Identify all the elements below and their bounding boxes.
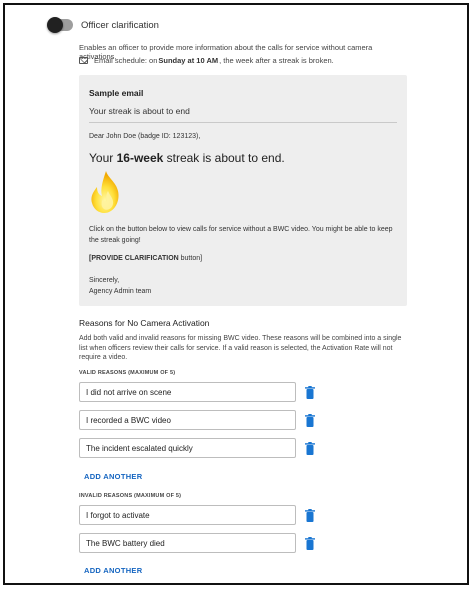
officer-clarification-toggle[interactable] [47, 17, 73, 33]
trash-icon[interactable] [305, 414, 315, 427]
email-signature: Agency Admin team [89, 288, 152, 295]
reasons-description: Add both valid and invalid reasons for m… [79, 335, 402, 361]
email-subject: Your streak is about to end [89, 106, 190, 116]
invalid-reason-input[interactable] [79, 533, 296, 553]
trash-icon[interactable] [305, 509, 315, 522]
window-frame: Officer clarification Enables an officer… [3, 3, 469, 585]
reasons-title: Reasons for No Camera Activation [79, 318, 210, 328]
valid-reason-input[interactable] [79, 382, 296, 402]
sample-email-title: Sample email [89, 88, 144, 98]
toggle-knob [47, 17, 63, 33]
schedule-prefix: Email schedule: on [94, 56, 158, 65]
valid-reasons-label: VALID REASONS (MAXIMUM OF 5) [79, 370, 176, 376]
schedule-day-time: Sunday at 10 AM [158, 56, 219, 65]
cta-bold: [PROVIDE CLARIFICATION [89, 255, 179, 262]
valid-reason-input[interactable] [79, 438, 296, 458]
email-headline: Your 16-week streak is about to end. [89, 151, 285, 165]
trash-icon[interactable] [305, 537, 315, 550]
add-invalid-reason-button[interactable]: ADD ANOTHER [84, 566, 142, 575]
headline-suffix: streak is about to end. [163, 151, 285, 165]
card-divider [89, 122, 397, 123]
schedule-suffix: , the week after a streak is broken. [219, 56, 334, 65]
streak-length: 16-week [116, 151, 164, 165]
settings-panel: Officer clarification Enables an officer… [5, 5, 467, 583]
email-greeting: Dear John Doe (badge ID: 123123), [89, 133, 201, 140]
cta-rest: button] [178, 255, 203, 262]
email-schedule: Email schedule: on Sunday at 10 AM , the… [79, 56, 334, 65]
mail-outline-icon [79, 57, 88, 64]
invalid-reasons-label: INVALID REASONS (MAXIMUM OF 5) [79, 493, 182, 499]
email-body: Click on the button below to view calls … [89, 226, 393, 244]
sample-email-card: Sample email Your streak is about to end… [79, 75, 407, 306]
add-valid-reason-button[interactable]: ADD ANOTHER [84, 472, 142, 481]
email-sign-off: Sincerely, [89, 277, 120, 284]
email-cta-placeholder: [PROVIDE CLARIFICATION button] [89, 255, 202, 262]
officer-clarification-row: Officer clarification [47, 17, 159, 33]
trash-icon[interactable] [305, 442, 315, 455]
toggle-label: Officer clarification [81, 19, 159, 31]
headline-prefix: Your [89, 151, 117, 165]
valid-reason-input[interactable] [79, 410, 296, 430]
flame-icon [91, 171, 119, 213]
invalid-reason-input[interactable] [79, 505, 296, 525]
trash-icon[interactable] [305, 386, 315, 399]
